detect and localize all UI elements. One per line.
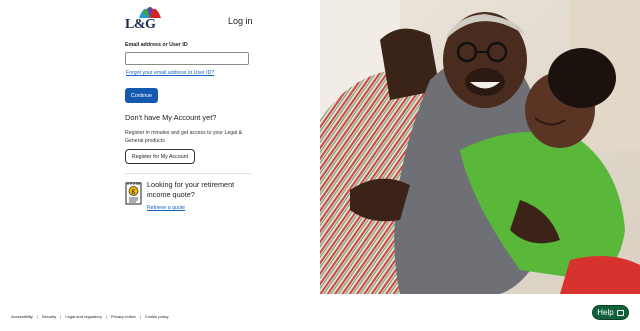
divider [125,173,251,174]
hero-photo [320,0,640,294]
brand-logo[interactable]: L&G [125,6,165,32]
footer-link-security[interactable]: Security [42,314,56,319]
page-title: Log in [228,16,253,26]
register-button[interactable]: Register for My Account [125,149,195,164]
family-hug-image [320,0,640,294]
email-field[interactable] [125,52,249,65]
chat-icon [616,309,624,316]
footer-links: Accessibility | Security | Legal and reg… [11,314,169,319]
logo-text: L&G [125,17,156,32]
retirement-question: Looking for your retirement income quote… [147,180,235,199]
continue-button[interactable]: Continue [125,88,158,103]
email-label: Email address or User ID [125,42,188,48]
retrieve-quote-link[interactable]: Retrieve a quote [147,205,185,211]
register-description: Register in minutes and get access to yo… [125,130,243,144]
help-button[interactable]: Help [592,305,629,320]
footer-link-cookies[interactable]: Cookie policy [145,314,169,319]
login-panel: L&G Log in Email address or User ID Forg… [0,0,320,331]
footer-separator: | [139,314,141,319]
footer-separator: | [36,314,38,319]
pound-document-icon: £ [125,182,142,205]
footer-link-legal[interactable]: Legal and regulatory [65,314,101,319]
help-label: Help [597,308,614,317]
footer-separator: | [60,314,62,319]
forgot-credentials-link[interactable]: Forgot your email address or User ID? [126,70,214,76]
footer-link-privacy[interactable]: Privacy notice [111,314,136,319]
register-heading: Don't have My Account yet? [125,113,217,122]
footer-link-accessibility[interactable]: Accessibility [11,314,33,319]
footer-separator: | [105,314,107,319]
